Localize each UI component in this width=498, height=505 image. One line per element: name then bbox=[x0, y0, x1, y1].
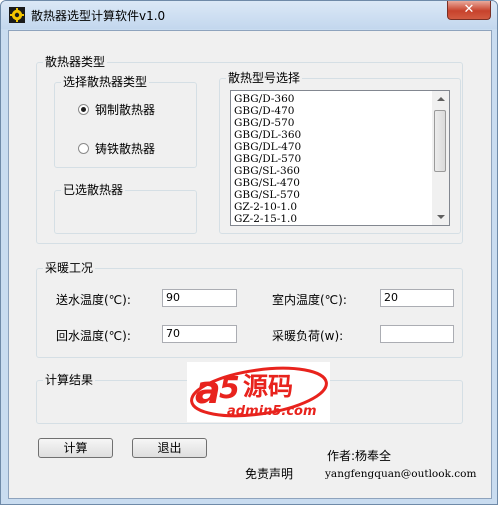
listbox-scrollbar[interactable] bbox=[432, 91, 449, 225]
logo-number-5: 5 bbox=[219, 371, 240, 406]
exit-button[interactable]: 退出 bbox=[132, 438, 207, 458]
model-list-item[interactable]: GBG/DL-470 bbox=[234, 141, 430, 153]
radiator-type-group: 散热器类型 选择散热器类型 钢制散热器 铸铁散热器 已选散热器 散热型号选择 G… bbox=[36, 55, 463, 244]
select-type-group: 选择散热器类型 钢制散热器 铸铁散热器 bbox=[54, 75, 197, 168]
radiator-type-group-title: 散热器类型 bbox=[43, 55, 108, 69]
radio-steel-label: 钢制散热器 bbox=[95, 103, 156, 117]
scroll-down-arrow-icon[interactable] bbox=[432, 208, 449, 225]
scroll-thumb[interactable] bbox=[434, 110, 446, 172]
admin5-logo-graphic: a 5 源码 admin5.com bbox=[190, 366, 328, 419]
app-window: 散热器选型计算软件v1.0 ✕ 散热器类型 选择散热器类型 钢制散热器 铸铁散热… bbox=[0, 0, 498, 505]
model-list-item[interactable]: GZ-2-15-1.0 bbox=[234, 213, 430, 225]
gear-icon bbox=[9, 7, 25, 23]
indoor-temp-label: 室内温度(℃): bbox=[272, 293, 347, 307]
model-list-items: GBG/D-360 GBG/D-470 GBG/D-570 GBG/DL-360 GBG… bbox=[234, 93, 430, 225]
result-group-title: 计算结果 bbox=[43, 373, 96, 387]
logo-cn-text: 源码 bbox=[243, 372, 293, 401]
model-list-item[interactable]: GZ-2-10-1.0 bbox=[234, 201, 430, 213]
heating-conditions-group-title: 采暖工况 bbox=[43, 261, 96, 275]
model-list-item[interactable]: GBG/DL-360 bbox=[234, 129, 430, 141]
heat-load-input[interactable] bbox=[380, 325, 454, 343]
model-selection-group: 散热型号选择 GBG/D-360 GBG/D-470 GBG/D-570 GBG/DL… bbox=[219, 71, 461, 234]
model-listbox[interactable]: GBG/D-360 GBG/D-470 GBG/D-570 GBG/DL-360 GBG… bbox=[230, 90, 450, 226]
author-email: yangfengquan@outlook.com bbox=[325, 468, 477, 480]
model-list-item[interactable]: GBG/D-470 bbox=[234, 105, 430, 117]
logo-url: admin5.com bbox=[227, 404, 317, 419]
model-list-item[interactable]: GBG/SL-570 bbox=[234, 189, 430, 201]
calculate-button[interactable]: 计算 bbox=[38, 438, 113, 458]
scroll-up-arrow-icon[interactable] bbox=[432, 91, 449, 108]
model-list-item[interactable]: GBG/SL-470 bbox=[234, 177, 430, 189]
admin5-logo: a 5 源码 admin5.com bbox=[187, 362, 330, 422]
model-list-item[interactable]: GBG/DL-570 bbox=[234, 153, 430, 165]
title-bar[interactable]: 散热器选型计算软件v1.0 ✕ bbox=[1, 1, 497, 29]
radio-steel-radiator[interactable]: 钢制散热器 bbox=[78, 101, 155, 118]
radio-castiron-label: 铸铁散热器 bbox=[95, 142, 156, 156]
select-type-group-title: 选择散热器类型 bbox=[61, 75, 150, 89]
selected-radiator-group-title: 已选散热器 bbox=[61, 183, 126, 197]
model-list-item[interactable]: GBG/D-570 bbox=[234, 117, 430, 129]
disclaimer-link[interactable]: 免责声明 bbox=[245, 467, 293, 481]
radio-indicator[interactable] bbox=[78, 143, 89, 154]
logo-letter-a: a bbox=[195, 368, 221, 412]
close-icon: ✕ bbox=[463, 2, 475, 17]
selected-radiator-group: 已选散热器 bbox=[54, 183, 197, 234]
supply-temp-input[interactable]: 90 bbox=[162, 289, 237, 307]
author-label: 作者:杨奉全 bbox=[327, 449, 392, 463]
window-title: 散热器选型计算软件v1.0 bbox=[31, 9, 166, 23]
heat-load-label: 采暖负荷(w): bbox=[272, 329, 344, 343]
return-temp-label: 回水温度(℃): bbox=[56, 329, 131, 343]
supply-temp-label: 送水温度(℃): bbox=[56, 293, 131, 307]
main-panel: 散热器类型 选择散热器类型 钢制散热器 铸铁散热器 已选散热器 散热型号选择 G… bbox=[8, 30, 492, 499]
heating-conditions-group: 采暖工况 送水温度(℃): 90 室内温度(℃): 20 回水温度(℃): 70… bbox=[36, 261, 463, 358]
return-temp-input[interactable]: 70 bbox=[162, 325, 237, 343]
model-list-item[interactable]: GBG/D-360 bbox=[234, 93, 430, 105]
model-list-item[interactable]: GBG/SL-360 bbox=[234, 165, 430, 177]
radio-indicator-selected[interactable] bbox=[78, 104, 89, 115]
indoor-temp-input[interactable]: 20 bbox=[380, 289, 454, 307]
model-selection-group-title: 散热型号选择 bbox=[226, 71, 303, 85]
close-button[interactable]: ✕ bbox=[447, 1, 491, 20]
radio-castiron-radiator[interactable]: 铸铁散热器 bbox=[78, 140, 155, 157]
